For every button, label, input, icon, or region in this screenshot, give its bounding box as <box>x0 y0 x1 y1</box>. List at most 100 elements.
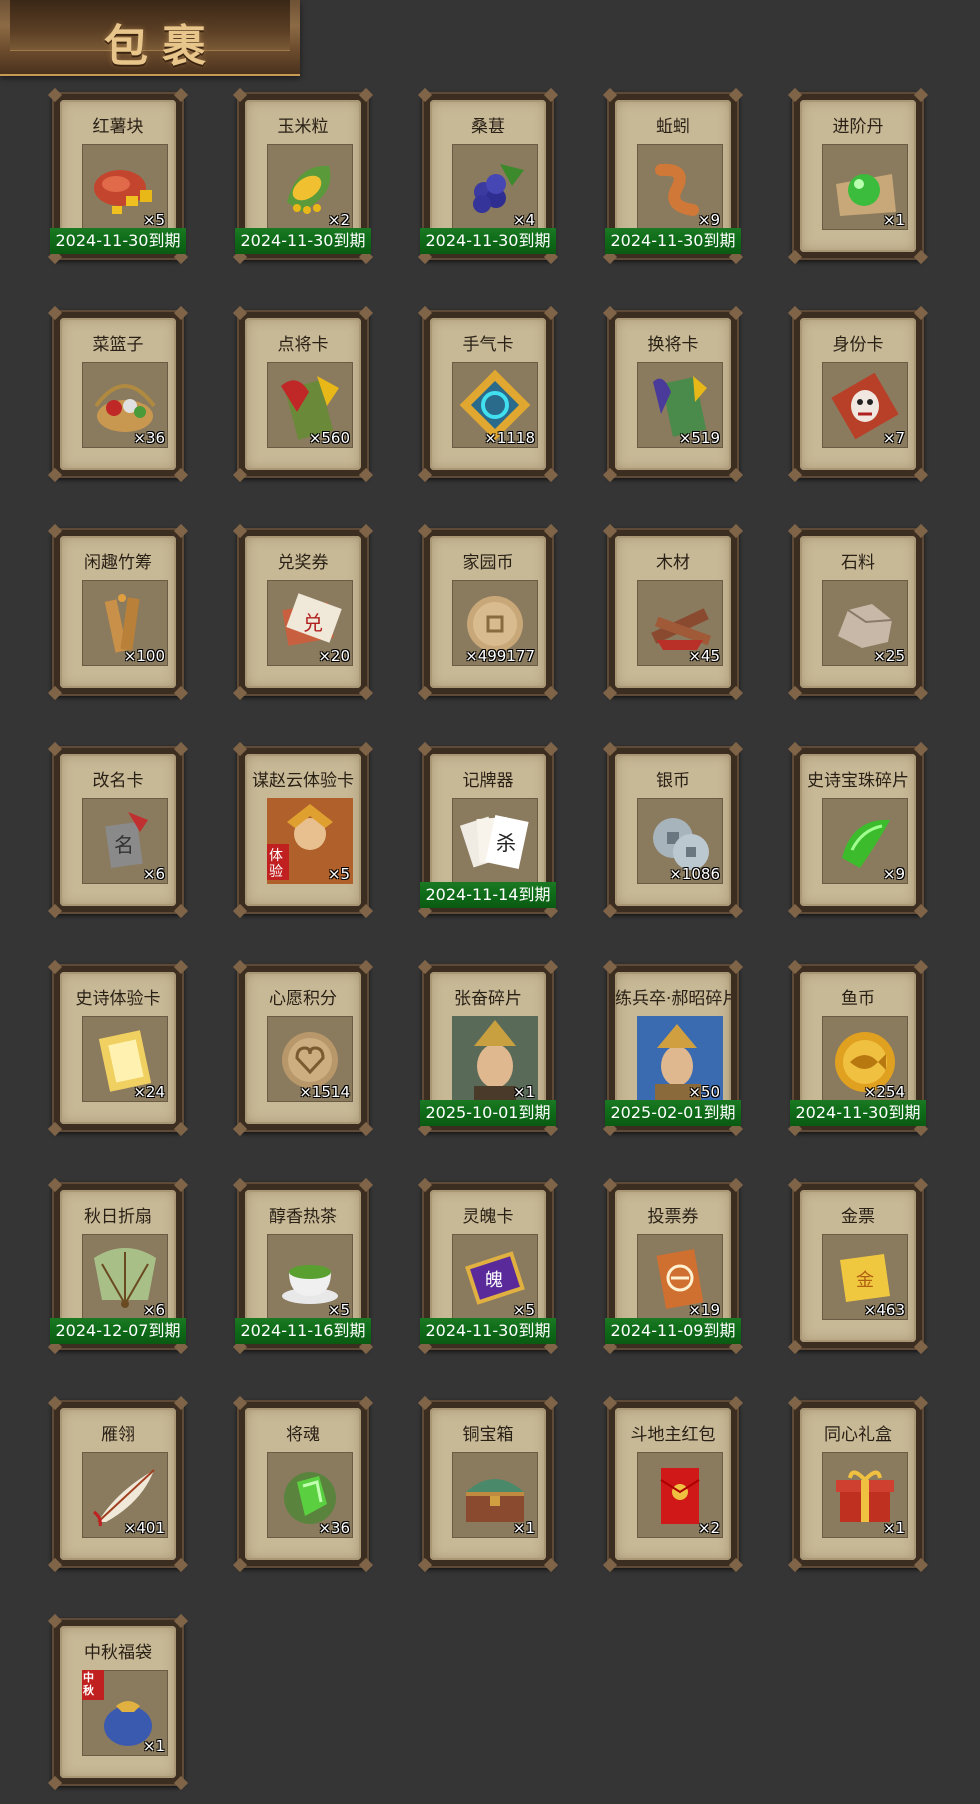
item-quantity: ×1514 <box>299 1083 350 1101</box>
item-icon-frame: 体验 ×5 <box>267 798 353 884</box>
card-corner-ornament <box>913 685 929 701</box>
item-name: 张奋碎片 <box>454 989 522 1009</box>
inventory-item-card[interactable]: 心愿积分 ×1514 <box>232 959 374 1137</box>
card-corner-ornament <box>417 959 433 975</box>
card-corner-ornament <box>913 1557 929 1573</box>
inventory-item-card[interactable]: 桑葚 ×4 2024-11-30到期 <box>417 87 559 265</box>
item-icon-frame: ×50 <box>637 1016 723 1102</box>
item-quantity: ×1 <box>882 211 905 229</box>
card-corner-ornament <box>47 1121 63 1137</box>
item-icon-frame: ×36 <box>82 362 168 448</box>
item-name: 铜宝箱 <box>462 1425 514 1445</box>
item-name: 鱼币 <box>841 989 875 1009</box>
inventory-item-card[interactable]: 进阶丹 ×1 <box>787 87 929 265</box>
item-icon-frame: ×6 <box>82 1234 168 1320</box>
card-panel: 史诗宝珠碎片 ×9 <box>800 754 916 906</box>
inventory-item-card[interactable]: 史诗宝珠碎片 ×9 <box>787 741 929 919</box>
card-panel: 斗地主红包 ×2 <box>615 1408 731 1560</box>
inventory-grid: 红薯块 ×5 2024-11-30到期 玉米粒 ×2 2024-11-30到期 桑葚 ×4 20… <box>47 87 932 1791</box>
card-corner-ornament <box>543 1395 559 1411</box>
item-quantity: ×36 <box>133 429 165 447</box>
card-corner-ornament <box>47 1613 63 1629</box>
item-badge: 中秋 <box>83 1671 94 1697</box>
inventory-item-card[interactable]: 木材 ×45 <box>602 523 744 701</box>
inventory-item-card[interactable]: 张奋碎片 ×1 2025-10-01到期 <box>417 959 559 1137</box>
inventory-item-card[interactable]: 身份卡 ×7 <box>787 305 929 483</box>
card-corner-ornament <box>232 903 248 919</box>
inventory-item-card[interactable]: 斗地主红包 ×2 <box>602 1395 744 1573</box>
inventory-item-card[interactable]: 换将卡 ×519 <box>602 305 744 483</box>
inventory-header: 包裹 <box>0 0 300 76</box>
card-corner-ornament <box>602 903 618 919</box>
inventory-item-card[interactable]: 改名卡名 ×6 <box>47 741 189 919</box>
card-corner-ornament <box>543 741 559 757</box>
inventory-item-card[interactable]: 练兵卒·郝昭碎片 ×50 2025-02-01到期 <box>602 959 744 1137</box>
card-panel: 进阶丹 ×1 <box>800 100 916 252</box>
card-corner-ornament <box>173 87 189 103</box>
inventory-item-card[interactable]: 史诗体验卡 ×24 <box>47 959 189 1137</box>
inventory-item-card[interactable]: 兑奖券兑 ×20 <box>232 523 374 701</box>
inventory-item-card[interactable]: 菜篮子 ×36 <box>47 305 189 483</box>
inventory-item-card[interactable]: 银币 ×1086 <box>602 741 744 919</box>
inventory-item-card[interactable]: 点将卡 ×560 <box>232 305 374 483</box>
card-corner-ornament <box>358 959 374 975</box>
card-corner-ornament <box>602 741 618 757</box>
card-corner-ornament <box>173 1177 189 1193</box>
inventory-item-card[interactable]: 金票金 ×463 <box>787 1177 929 1355</box>
item-icon-frame: 金 ×463 <box>822 1234 908 1320</box>
card-corner-ornament <box>173 1395 189 1411</box>
inventory-item-card[interactable]: 将魂 ×36 <box>232 1395 374 1573</box>
expiry-banner: 2024-11-30到期 <box>420 228 556 254</box>
card-corner-ornament <box>173 305 189 321</box>
expiry-banner: 2024-11-30到期 <box>420 1318 556 1344</box>
card-corner-ornament <box>913 87 929 103</box>
card-corner-ornament <box>602 685 618 701</box>
inventory-item-card[interactable]: 红薯块 ×5 2024-11-30到期 <box>47 87 189 265</box>
inventory-item-card[interactable]: 手气卡 ×1118 <box>417 305 559 483</box>
inventory-item-card[interactable]: 中秋福袋 中秋 ×1 <box>47 1613 189 1791</box>
inventory-item-card[interactable]: 雁翎 ×401 <box>47 1395 189 1573</box>
expiry-banner: 2024-11-30到期 <box>235 228 371 254</box>
item-quantity: ×5 <box>512 1301 535 1319</box>
item-quantity: ×24 <box>133 1083 165 1101</box>
card-corner-ornament <box>787 1339 803 1355</box>
inventory-item-card[interactable]: 同心礼盒 ×1 <box>787 1395 929 1573</box>
inventory-item-card[interactable]: 谋赵云体验卡体验 ×5 <box>232 741 374 919</box>
inventory-item-card[interactable]: 铜宝箱 ×1 <box>417 1395 559 1573</box>
inventory-item-card[interactable]: 闲趣竹筹 ×100 <box>47 523 189 701</box>
item-name: 将魂 <box>286 1425 320 1445</box>
item-name: 兑奖券 <box>277 553 329 573</box>
inventory-item-card[interactable]: 鱼币 ×254 2024-11-30到期 <box>787 959 929 1137</box>
item-quantity: ×36 <box>318 1519 350 1537</box>
item-name: 雁翎 <box>101 1425 135 1445</box>
inventory-item-card[interactable]: 投票券 ×19 2024-11-09到期 <box>602 1177 744 1355</box>
card-corner-ornament <box>543 685 559 701</box>
card-corner-ornament <box>543 305 559 321</box>
inventory-item-card[interactable]: 灵魄卡魄 ×5 2024-11-30到期 <box>417 1177 559 1355</box>
card-corner-ornament <box>728 959 744 975</box>
inventory-item-card[interactable]: 家园币 ×499177 <box>417 523 559 701</box>
item-quantity: ×560 <box>308 429 350 447</box>
card-corner-ornament <box>787 1395 803 1411</box>
item-name: 蚯蚓 <box>656 117 690 137</box>
card-corner-ornament <box>358 903 374 919</box>
inventory-item-card[interactable]: 石料 ×25 <box>787 523 929 701</box>
item-name: 斗地主红包 <box>630 1425 716 1445</box>
card-corner-ornament <box>913 903 929 919</box>
card-corner-ornament <box>787 1177 803 1193</box>
inventory-item-card[interactable]: 秋日折扇 ×6 2024-12-07到期 <box>47 1177 189 1355</box>
card-corner-ornament <box>358 523 374 539</box>
card-corner-ornament <box>417 1177 433 1193</box>
inventory-item-card[interactable]: 蚯蚓 ×9 2024-11-30到期 <box>602 87 744 265</box>
inventory-item-card[interactable]: 玉米粒 ×2 2024-11-30到期 <box>232 87 374 265</box>
inventory-item-card[interactable]: 记牌器杀 2024-11-14到期 <box>417 741 559 919</box>
card-panel: 手气卡 ×1118 <box>430 318 546 470</box>
card-corner-ornament <box>358 1177 374 1193</box>
item-quantity: ×1 <box>142 1737 165 1755</box>
card-corner-ornament <box>913 1339 929 1355</box>
item-quantity: ×5 <box>142 211 165 229</box>
card-corner-ornament <box>173 523 189 539</box>
item-icon-frame: ×5 <box>267 1234 353 1320</box>
inventory-item-card[interactable]: 醇香热茶 ×5 2024-11-16到期 <box>232 1177 374 1355</box>
card-corner-ornament <box>232 959 248 975</box>
